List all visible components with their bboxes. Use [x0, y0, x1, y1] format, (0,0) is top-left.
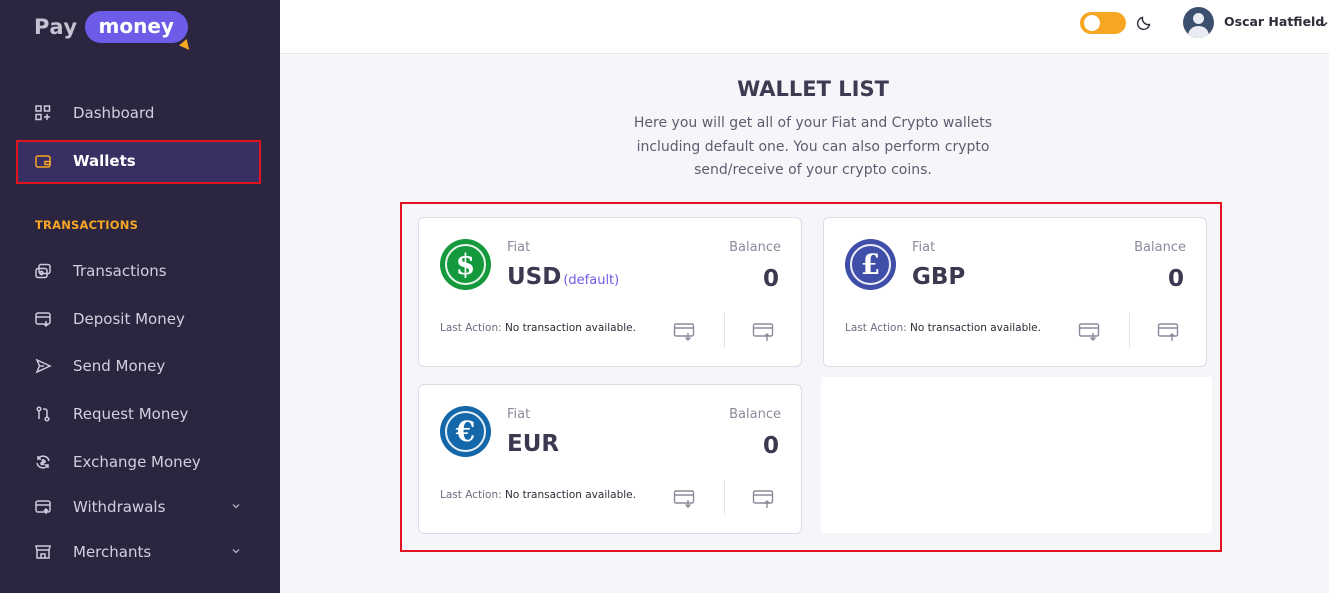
app-logo[interactable]: Pay money — [34, 9, 194, 54]
coin-symbol: £ — [850, 244, 891, 285]
currency-code: USD — [507, 264, 562, 290]
send-icon — [34, 357, 52, 375]
wallet-type: Fiat — [507, 407, 531, 422]
sidebar-item-label: Wallets — [73, 152, 136, 170]
wallet-type: Fiat — [912, 240, 936, 255]
currency-code: GBP — [912, 264, 966, 290]
logo-pay-text: Pay — [34, 15, 78, 39]
last-action: Last Action: No transaction available. — [440, 322, 636, 334]
pound-icon: £ — [845, 239, 896, 290]
dollar-icon: $ — [440, 239, 491, 290]
balance-label: Balance — [729, 407, 781, 422]
default-tag: (default) — [563, 273, 620, 288]
balance-value: 0 — [762, 433, 779, 459]
sidebar-item-wallets[interactable]: Wallets — [0, 141, 280, 181]
withdraw-icon[interactable] — [752, 321, 776, 343]
withdrawals-icon — [34, 498, 52, 516]
last-action-label: Last Action: — [440, 322, 502, 334]
sidebar-item-label: Exchange Money — [73, 453, 201, 471]
last-action-value: No transaction available. — [504, 322, 636, 334]
chevron-down-icon — [230, 500, 242, 515]
user-name[interactable]: Oscar Hatfield — [1224, 14, 1324, 29]
sidebar-item-merchants[interactable]: Merchants — [0, 532, 280, 572]
balance-value: 0 — [1167, 266, 1184, 292]
sidebar-item-withdrawals[interactable]: Withdrawals — [0, 487, 280, 527]
chevron-down-icon[interactable] — [1318, 15, 1329, 27]
deposit-icon[interactable] — [1078, 321, 1102, 343]
page-title: WALLET LIST — [737, 77, 889, 101]
currency-code: EUR — [507, 431, 560, 457]
wallet-currency: GBP — [912, 264, 965, 290]
withdraw-icon[interactable] — [752, 488, 776, 510]
toggle-knob — [1084, 15, 1100, 31]
dashboard-icon — [34, 104, 52, 122]
sidebar-item-label: Send Money — [73, 357, 166, 375]
divider — [724, 313, 725, 348]
sidebar-item-transactions[interactable]: Transactions — [0, 251, 280, 291]
wallet-card-usd[interactable]: $ Fiat USD (default) Balance 0 Last Actio… — [418, 217, 802, 367]
withdraw-icon[interactable] — [1157, 321, 1181, 343]
sidebar-item-label: Deposit Money — [73, 310, 185, 328]
divider — [1129, 313, 1130, 348]
transactions-icon — [34, 262, 52, 280]
wallet-icon — [34, 152, 52, 170]
deposit-icon[interactable] — [673, 488, 697, 510]
last-action-value: No transaction available. — [504, 489, 636, 501]
last-action-value: No transaction available. — [909, 322, 1041, 334]
divider — [724, 480, 725, 515]
balance-label: Balance — [1134, 240, 1186, 255]
sidebar-item-dashboard[interactable]: Dashboard — [0, 93, 280, 133]
last-action-label: Last Action: — [845, 322, 907, 334]
merchants-icon — [34, 543, 52, 561]
wallet-currency: USD (default) — [507, 264, 619, 290]
sidebar-item-exchange-money[interactable]: Exchange Money — [0, 442, 280, 482]
coin-symbol: $ — [445, 244, 486, 285]
sidebar-item-label: Merchants — [73, 543, 152, 561]
euro-icon: € — [440, 406, 491, 457]
wallet-currency: EUR — [507, 431, 559, 457]
sidebar-item-label: Transactions — [73, 262, 167, 280]
sidebar-item-label: Withdrawals — [73, 498, 166, 516]
sidebar-item-deposit-money[interactable]: Deposit Money — [0, 299, 280, 339]
sidebar-item-request-money[interactable]: Request Money — [0, 394, 280, 434]
last-action: Last Action: No transaction available. — [845, 322, 1041, 334]
sidebar-item-label: Dashboard — [73, 104, 155, 122]
exchange-icon — [34, 453, 52, 471]
cursor-icon — [178, 38, 194, 54]
deposit-icon[interactable] — [673, 321, 697, 343]
balance-value: 0 — [762, 266, 779, 292]
section-heading-transactions: TRANSACTIONS — [35, 218, 139, 232]
avatar[interactable] — [1183, 7, 1214, 38]
avatar-body — [1188, 26, 1209, 38]
empty-card-slot — [821, 377, 1212, 533]
chevron-down-icon — [230, 545, 242, 560]
logo-money-text: money — [98, 14, 174, 38]
page-description: Here you will get all of your Fiat and C… — [633, 115, 993, 178]
balance-label: Balance — [729, 240, 781, 255]
theme-toggle[interactable] — [1080, 12, 1126, 34]
sidebar-item-send-money[interactable]: Send Money — [0, 346, 280, 386]
wallet-card-eur[interactable]: € Fiat EUR Balance 0 Last Action: No tra… — [418, 384, 802, 534]
wallet-card-gbp[interactable]: £ Fiat GBP Balance 0 Last Action: No tra… — [823, 217, 1207, 367]
last-action: Last Action: No transaction available. — [440, 489, 636, 501]
sidebar: Pay money Dashboard Wallets TRANSACTIONS… — [0, 0, 280, 593]
moon-icon[interactable] — [1136, 13, 1154, 31]
request-icon — [34, 405, 52, 423]
logo-money-badge: money — [84, 11, 194, 54]
sidebar-item-label: Request Money — [73, 405, 189, 423]
top-header: Oscar Hatfield — [280, 0, 1329, 54]
coin-symbol: € — [445, 411, 486, 452]
wallet-type: Fiat — [507, 240, 531, 255]
deposit-icon — [34, 310, 52, 328]
avatar-head — [1193, 13, 1204, 24]
last-action-label: Last Action: — [440, 489, 502, 501]
